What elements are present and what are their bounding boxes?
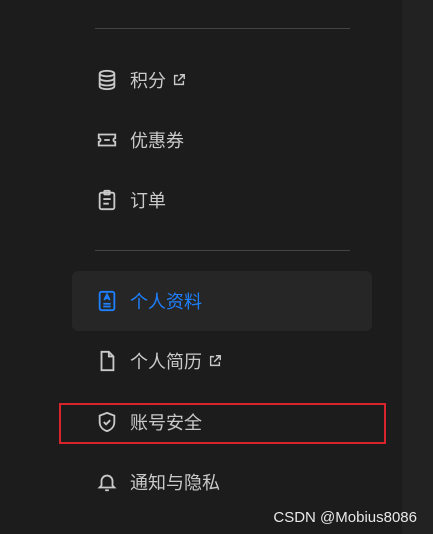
menu-item-points[interactable]: 积分: [72, 50, 372, 110]
bell-icon: [96, 471, 118, 493]
menu-item-label: 订单: [130, 191, 166, 212]
menu-divider: [95, 28, 350, 29]
highlight-annotation-box: [59, 403, 386, 444]
menu-item-notifications-privacy[interactable]: 通知与隐私: [72, 452, 372, 512]
clipboard-icon: [96, 189, 118, 211]
menu-item-label: 积分: [130, 71, 166, 92]
menu-item-resume[interactable]: 个人简历: [72, 331, 372, 391]
page: 积分 优惠券 订单 个人资料 个人简历 账号安全 通知与隐私 CSDN @Mob…: [0, 0, 433, 534]
watermark: CSDN @Mobius8086: [273, 509, 417, 526]
menu-item-label: 通知与隐私: [130, 473, 220, 494]
content-panel-edge: [402, 0, 433, 534]
profile-card-icon: [96, 290, 118, 312]
external-link-icon: [208, 354, 222, 368]
document-icon: [96, 350, 118, 372]
menu-item-label: 个人简历: [130, 352, 202, 373]
menu-item-coupons[interactable]: 优惠券: [72, 110, 372, 170]
menu-item-orders[interactable]: 订单: [72, 170, 372, 230]
external-link-icon: [172, 73, 186, 87]
menu-item-label: 个人资料: [130, 292, 202, 313]
menu-item-profile[interactable]: 个人资料: [72, 271, 372, 331]
menu-item-label: 优惠券: [130, 131, 184, 152]
coins-icon: [96, 69, 118, 91]
ticket-icon: [96, 129, 118, 151]
menu-divider: [95, 250, 350, 251]
